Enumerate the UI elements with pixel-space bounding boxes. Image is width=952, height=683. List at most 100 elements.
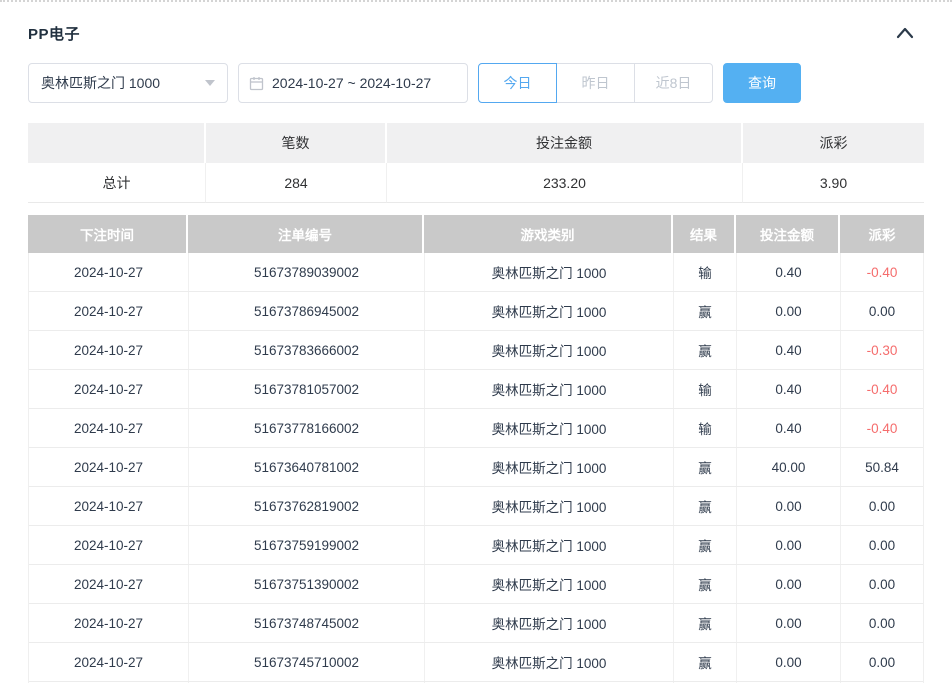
table-row: 2024-10-27 51673745710002 奥林匹斯之门 1000 赢 0.00… [29, 643, 923, 682]
yesterday-button[interactable]: 昨日 [556, 63, 635, 103]
caret-down-icon [205, 80, 215, 86]
record-cell: 50.84 [865, 459, 899, 475]
collapse-button[interactable] [894, 22, 916, 44]
record-cell: 0.00 [868, 498, 896, 514]
record-cell: 0.00 [737, 643, 841, 681]
records-header-cell: 游戏类别 [424, 215, 673, 253]
records-header-row: 下注时间 注单编号 游戏类别 结果 投注金额 派彩 [28, 215, 924, 253]
record-cell: 0.00 [737, 526, 841, 564]
record-cell: -0.40 [866, 420, 898, 436]
record-cell: 2024-10-27 [29, 643, 189, 681]
summary-header-cell [28, 123, 206, 163]
record-cell: 0.00 [737, 292, 841, 330]
record-cell: 0.00 [868, 654, 896, 670]
record-cell: 51673751390002 [189, 565, 425, 603]
record-cell: 51673786945002 [189, 292, 425, 330]
quick-date-button-group: 今日 昨日 近8日 [478, 63, 713, 103]
record-cell: 0.40 [737, 409, 841, 447]
record-cell: 0.00 [868, 537, 896, 553]
record-cell: 51673789039002 [189, 253, 425, 291]
table-row: 2024-10-27 51673751390002 奥林匹斯之门 1000 赢 0.00… [29, 565, 923, 604]
summary-total-cell: 233.20 [387, 163, 743, 203]
date-range-input[interactable]: 2024-10-27 ~ 2024-10-27 [238, 63, 468, 103]
game-select[interactable]: 奥林匹斯之门 1000 [28, 63, 228, 103]
records-header-cell: 结果 [673, 215, 736, 253]
record-cell: 赢 [674, 565, 737, 603]
record-cell: 赢 [674, 487, 737, 525]
record-cell: 奥林匹斯之门 1000 [425, 565, 674, 603]
record-cell: 奥林匹斯之门 1000 [425, 370, 674, 408]
records-header-cell: 注单编号 [188, 215, 424, 253]
table-row: 2024-10-27 51673786945002 奥林匹斯之门 1000 赢 0.00… [29, 292, 923, 331]
records-header-cell: 派彩 [840, 215, 924, 253]
table-row: 2024-10-27 51673759199002 奥林匹斯之门 1000 赢 0.00… [29, 526, 923, 565]
records-header-cell: 投注金额 [736, 215, 840, 253]
record-cell: 奥林匹斯之门 1000 [425, 409, 674, 447]
record-cell: 40.00 [737, 448, 841, 486]
records-body: 2024-10-27 51673789039002 奥林匹斯之门 1000 输 0.40… [28, 253, 924, 683]
record-cell: 2024-10-27 [29, 253, 189, 291]
calendar-icon [249, 76, 264, 91]
record-cell: 奥林匹斯之门 1000 [425, 253, 674, 291]
summary-header-row: 笔数 投注金额 派彩 [28, 123, 924, 163]
record-cell: 0.00 [737, 565, 841, 603]
record-cell: 51673640781002 [189, 448, 425, 486]
last-8-days-button[interactable]: 近8日 [634, 63, 713, 103]
chevron-up-icon [896, 27, 914, 39]
record-cell: 2024-10-27 [29, 526, 189, 564]
record-cell: 赢 [674, 331, 737, 369]
date-range-value: 2024-10-27 ~ 2024-10-27 [272, 75, 432, 91]
record-cell: 2024-10-27 [29, 292, 189, 330]
table-row: 2024-10-27 51673789039002 奥林匹斯之门 1000 输 0.40… [29, 253, 923, 292]
record-cell: 奥林匹斯之门 1000 [425, 604, 674, 642]
record-cell: 2024-10-27 [29, 331, 189, 369]
record-cell: 0.00 [868, 615, 896, 631]
record-cell: 奥林匹斯之门 1000 [425, 292, 674, 330]
panel-title: PP电子 [28, 25, 81, 43]
records-table: 下注时间 注单编号 游戏类别 结果 投注金额 派彩 2024-10-27 516737890… [28, 215, 924, 683]
record-cell: 51673762819002 [189, 487, 425, 525]
record-cell: 51673759199002 [189, 526, 425, 564]
summary-total-row: 总计 284 233.20 3.90 [28, 163, 924, 203]
record-cell: 2024-10-27 [29, 604, 189, 642]
table-row: 2024-10-27 51673783666002 奥林匹斯之门 1000 赢 0.40… [29, 331, 923, 370]
summary-total-cell: 总计 [28, 163, 206, 203]
record-cell: 2024-10-27 [29, 370, 189, 408]
summary-total-cell: 3.90 [743, 163, 924, 203]
game-select-value: 奥林匹斯之门 1000 [41, 75, 161, 91]
record-cell: 输 [674, 409, 737, 447]
record-cell: 51673781057002 [189, 370, 425, 408]
search-button[interactable]: 查询 [723, 63, 801, 103]
record-cell: 51673783666002 [189, 331, 425, 369]
record-cell: 赢 [674, 604, 737, 642]
record-cell: 2024-10-27 [29, 487, 189, 525]
record-cell: 0.00 [737, 604, 841, 642]
record-cell: 51673745710002 [189, 643, 425, 681]
summary-header-cell: 派彩 [743, 123, 924, 163]
panel-header: PP电子 [28, 18, 924, 48]
table-row: 2024-10-27 51673781057002 奥林匹斯之门 1000 输 0.40… [29, 370, 923, 409]
summary-header-cell: 投注金额 [387, 123, 743, 163]
table-row: 2024-10-27 51673778166002 奥林匹斯之门 1000 输 0.40… [29, 409, 923, 448]
record-cell: 赢 [674, 643, 737, 681]
record-cell: 0.40 [737, 253, 841, 291]
summary-total-cell: 284 [206, 163, 387, 203]
record-cell: 奥林匹斯之门 1000 [425, 331, 674, 369]
record-cell: 奥林匹斯之门 1000 [425, 448, 674, 486]
record-cell: 赢 [674, 292, 737, 330]
today-button[interactable]: 今日 [478, 63, 557, 103]
record-cell: 0.40 [737, 331, 841, 369]
record-cell: 0.00 [737, 487, 841, 525]
record-cell: 2024-10-27 [29, 565, 189, 603]
record-cell: 2024-10-27 [29, 409, 189, 447]
record-cell: 51673778166002 [189, 409, 425, 447]
table-row: 2024-10-27 51673762819002 奥林匹斯之门 1000 赢 0.00… [29, 487, 923, 526]
record-cell: 奥林匹斯之门 1000 [425, 526, 674, 564]
record-cell: 赢 [674, 526, 737, 564]
record-cell: 51673748745002 [189, 604, 425, 642]
record-cell: 赢 [674, 448, 737, 486]
record-cell: 2024-10-27 [29, 448, 189, 486]
summary-table: 笔数 投注金额 派彩 总计 284 233.20 3.90 [28, 123, 924, 203]
record-cell: -0.30 [866, 342, 898, 358]
records-header-cell: 下注时间 [28, 215, 188, 253]
